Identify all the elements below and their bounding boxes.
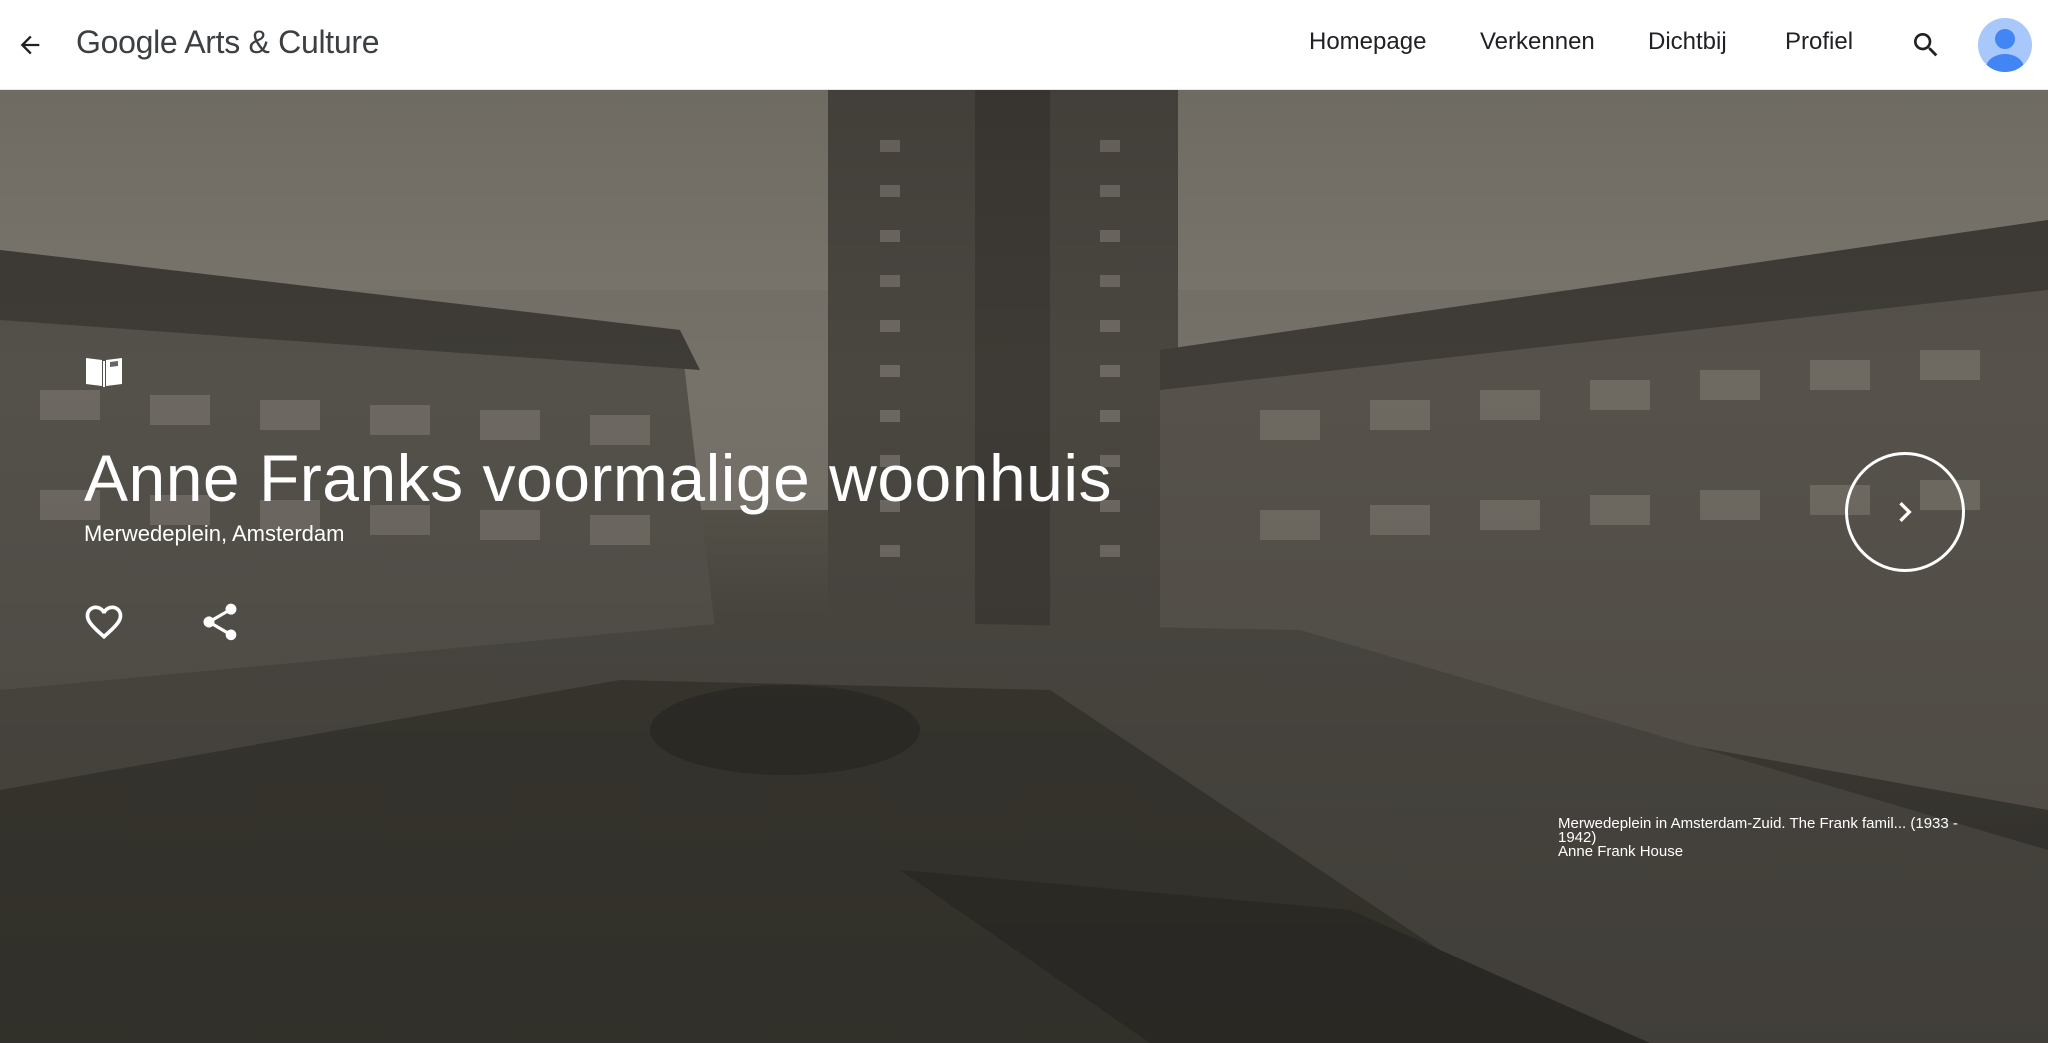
arrow-left-icon bbox=[20, 35, 40, 55]
nav-verkennen[interactable]: Verkennen bbox=[1480, 28, 1595, 56]
share-icon bbox=[203, 603, 237, 641]
nav-homepage[interactable]: Homepage bbox=[1309, 28, 1426, 56]
hero-image: Anne Franks voormalige woonhuis Merwedep… bbox=[0, 90, 2048, 1043]
back-button[interactable] bbox=[12, 27, 48, 63]
nav-dichtbij[interactable]: Dichtbij bbox=[1648, 28, 1727, 56]
favorite-button[interactable] bbox=[82, 600, 126, 644]
search-icon bbox=[1914, 33, 1938, 57]
search-button[interactable] bbox=[1907, 26, 1945, 64]
top-bar: Google Arts & Culture Homepage Verkennen… bbox=[0, 0, 2048, 90]
logo-arts-culture-text: Arts & Culture bbox=[184, 24, 380, 60]
open-book-icon bbox=[86, 358, 122, 387]
hero-overlay bbox=[0, 90, 2048, 1043]
hero-title: Anne Franks voormalige woonhuis bbox=[84, 441, 1113, 515]
caption-title: Merwedeplein in Amsterdam-Zuid. The Fran… bbox=[1558, 815, 1958, 846]
heart-icon bbox=[85, 605, 123, 640]
hero-subtitle: Merwedeplein, Amsterdam bbox=[84, 521, 345, 546]
nav-profiel[interactable]: Profiel bbox=[1785, 28, 1853, 56]
google-arts-culture-logo[interactable]: Google Arts & Culture bbox=[76, 24, 380, 61]
logo-google-text: Google bbox=[76, 24, 178, 60]
user-avatar[interactable] bbox=[1978, 18, 2032, 72]
chevron-right-icon bbox=[1899, 502, 1912, 522]
next-slide-button[interactable] bbox=[1845, 452, 1965, 572]
share-button[interactable] bbox=[198, 600, 242, 644]
image-caption: Merwedeplein in Amsterdam-Zuid. The Fran… bbox=[1558, 815, 1998, 860]
caption-source: Anne Frank House bbox=[1558, 843, 1684, 860]
person-avatar-icon bbox=[1986, 29, 2024, 72]
